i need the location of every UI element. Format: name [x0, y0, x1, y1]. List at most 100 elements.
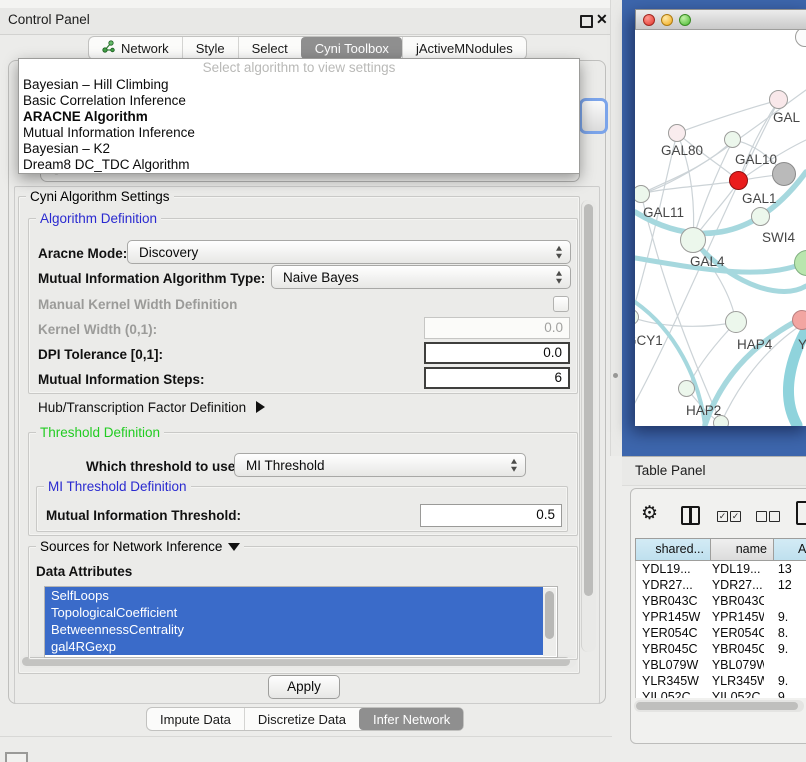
tab-network[interactable]: Network	[89, 37, 182, 59]
network-node-hap4[interactable]	[725, 311, 747, 333]
manual-kernel-width-label: Manual Kernel Width Definition	[38, 297, 237, 312]
close-traffic-light-icon[interactable]	[643, 14, 655, 26]
expand-arrow-icon	[256, 401, 265, 413]
table-row[interactable]: YBL079W YBL079W	[636, 657, 806, 673]
select-all-icon[interactable]: ✓	[717, 511, 728, 522]
control-panel-titlebar[interactable]	[0, 8, 610, 35]
node-label: GAL10	[735, 152, 777, 167]
tab-discretize-data[interactable]: Discretize Data	[244, 708, 359, 730]
table-row[interactable]: YDL19... YDL19... 13	[636, 561, 806, 577]
network-node[interactable]	[713, 415, 729, 426]
tab-cyni-toolbox[interactable]: Cyni Toolbox	[301, 37, 402, 59]
algorithm-definition-title: Algorithm Definition	[36, 211, 161, 226]
gear-icon[interactable]: ⚙	[641, 502, 658, 525]
sources-title[interactable]: Sources for Network Inference	[36, 539, 244, 554]
network-node-gal80[interactable]	[668, 124, 686, 142]
aracne-mode-combo[interactable]: Discovery	[127, 240, 571, 264]
algorithm-option[interactable]: Dream8 DC_TDC Algorithm	[19, 157, 579, 173]
aracne-mode-label: Aracne Mode:	[38, 246, 127, 261]
table-horizontal-scrollbar[interactable]	[634, 700, 804, 712]
network-node-hap2[interactable]	[678, 380, 695, 397]
table-row[interactable]: YIL052C YIL052C 9	[636, 689, 806, 698]
network-node[interactable]	[792, 310, 806, 330]
hub-section-toggle[interactable]: Hub/Transcription Factor Definition	[38, 400, 265, 415]
dock-panel-icon[interactable]	[5, 752, 28, 762]
bottom-tabbar: Impute Data Discretize Data Infer Networ…	[146, 707, 464, 731]
network-node-gal1-selected[interactable]	[729, 171, 748, 190]
which-threshold-label: Which threshold to use:	[86, 459, 240, 474]
control-panel-title: Control Panel	[8, 12, 90, 27]
dropdown-placeholder: Select algorithm to view settings	[19, 59, 579, 77]
new-table-icon[interactable]	[796, 501, 806, 525]
node-label: GAL11	[643, 205, 684, 220]
tab-infer-network[interactable]: Infer Network	[359, 708, 463, 730]
table-row[interactable]: YBR045C YBR045C 9.	[636, 641, 806, 657]
algorithm-option[interactable]: Bayesian – K2	[19, 141, 579, 157]
dpi-tolerance-field[interactable]: 0.0	[424, 342, 570, 364]
zoom-traffic-light-icon[interactable]	[679, 14, 691, 26]
network-node-gal[interactable]	[769, 90, 788, 109]
column-header-name[interactable]: name	[711, 538, 774, 561]
apply-button[interactable]: Apply	[268, 675, 340, 699]
manual-kernel-width-checkbox[interactable]	[553, 296, 569, 312]
algorithm-option[interactable]: ARACNE Algorithm	[19, 109, 579, 125]
deselect-all-icon[interactable]	[769, 511, 780, 522]
minimize-traffic-light-icon[interactable]	[661, 14, 673, 26]
select-all-icon[interactable]: ✓	[730, 511, 741, 522]
tab-jactivemnodules[interactable]: jActiveMNodules	[402, 37, 526, 59]
float-window-icon[interactable]	[580, 15, 593, 28]
algorithm-option[interactable]: Basic Correlation Inference	[19, 93, 579, 109]
split-columns-icon[interactable]	[681, 506, 700, 525]
settings-vertical-scrollbar[interactable]	[581, 200, 596, 652]
network-node-gal10[interactable]	[724, 131, 741, 148]
attribute-item[interactable]: TopologicalCoefficient	[45, 604, 543, 621]
table-row[interactable]: YLR345W YLR345W 9.	[636, 673, 806, 689]
network-node-swi4[interactable]	[751, 207, 770, 226]
network-window-titlebar[interactable]	[635, 9, 806, 30]
table-row[interactable]: YER054C YER054C 8.	[636, 625, 806, 641]
column-header-clipped[interactable]: A	[774, 538, 806, 561]
which-threshold-combo[interactable]: MI Threshold	[234, 453, 526, 477]
algorithm-option-list: Bayesian – Hill ClimbingBasic Correlatio…	[19, 77, 579, 173]
node-label: Y	[798, 337, 806, 352]
mi-type-combo[interactable]: Naive Bayes	[271, 265, 571, 289]
node-label: HAP4	[737, 337, 772, 352]
algorithm-dropdown-popup: Select algorithm to view settings Bayesi…	[18, 58, 580, 174]
mi-type-label: Mutual Information Algorithm Type:	[38, 271, 265, 286]
close-icon[interactable]: ✕	[596, 11, 608, 28]
tab-select[interactable]: Select	[238, 37, 301, 59]
network-node[interactable]	[772, 162, 796, 186]
mi-steps-field[interactable]: 6	[424, 367, 570, 389]
mi-threshold-field[interactable]: 0.5	[420, 504, 562, 527]
data-attributes-list: SelfLoopsTopologicalCoefficientBetweenne…	[44, 586, 558, 658]
table-row[interactable]: YPR145W YPR145W 9.	[636, 609, 806, 625]
algorithm-option[interactable]: Bayesian – Hill Climbing	[19, 77, 579, 93]
network-canvas[interactable]: GAL GAL80 GAL10 GAL1 GAL11 SWI4 GAL4 GCY…	[635, 30, 806, 426]
mi-threshold-label: Mutual Information Threshold:	[46, 508, 241, 523]
table-row[interactable]: YDR27... YDR27... 12	[636, 577, 806, 593]
node-label: GAL80	[661, 143, 703, 158]
collapse-arrow-icon	[228, 543, 240, 551]
table-rows: YDL19... YDL19... 13 YDR27... YDR27... 1…	[635, 561, 806, 698]
table-panel-title: Table Panel	[635, 463, 706, 478]
table-row[interactable]: YBR043C YBR043C	[636, 593, 806, 609]
algorithm-combo-fragment[interactable]	[579, 98, 608, 134]
algorithm-option[interactable]: Mutual Information Inference	[19, 125, 579, 141]
network-node-gal4[interactable]	[680, 227, 706, 253]
node-label: GAL1	[742, 191, 777, 206]
tab-style[interactable]: Style	[182, 37, 238, 59]
attributes-scrollbar[interactable]	[543, 588, 556, 656]
stepper-icon	[556, 271, 562, 284]
dpi-tolerance-label: DPI Tolerance [0,1]:	[38, 347, 163, 362]
attribute-item[interactable]: SelfLoops	[45, 587, 543, 604]
cyni-settings-title: Cyni Algorithm Settings	[26, 189, 174, 204]
column-header-shared-name[interactable]: shared...	[635, 538, 711, 561]
kernel-width-field[interactable]: 0.0	[424, 317, 570, 339]
mi-threshold-definition-title: MI Threshold Definition	[44, 479, 191, 494]
deselect-all-icon[interactable]	[756, 511, 767, 522]
stepper-icon	[556, 246, 562, 259]
attribute-item[interactable]: gal4RGexp	[45, 638, 543, 655]
mi-steps-label: Mutual Information Steps:	[38, 372, 205, 387]
attribute-item[interactable]: BetweennessCentrality	[45, 621, 543, 638]
tab-impute-data[interactable]: Impute Data	[147, 708, 244, 730]
